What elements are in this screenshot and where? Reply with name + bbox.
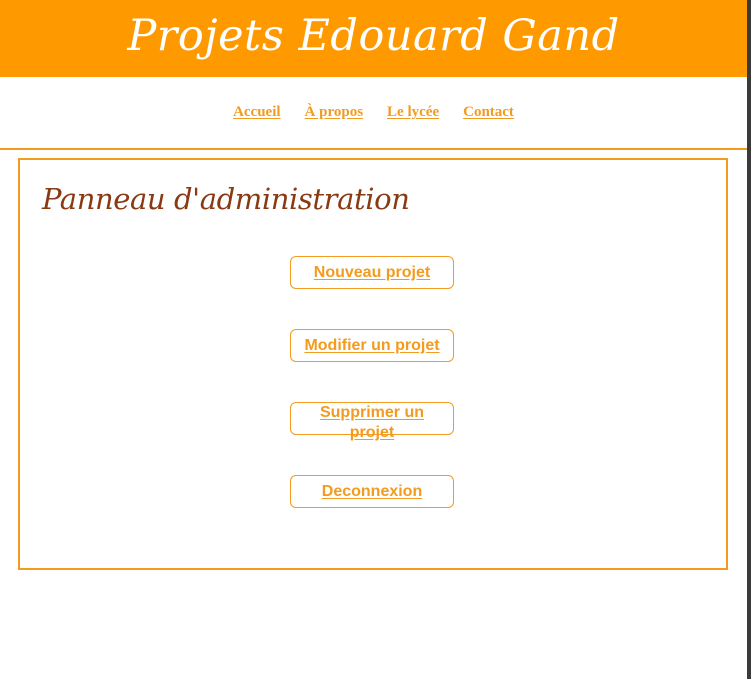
nav-link-a-propos[interactable]: À propos <box>305 104 364 121</box>
edit-project-button[interactable]: Modifier un projet <box>290 329 454 362</box>
edit-project-label: Modifier un projet <box>304 336 440 354</box>
admin-panel-title: Panneau d'administration <box>42 182 410 216</box>
nav-link-contact[interactable]: Contact <box>463 104 514 121</box>
main-nav: Accueil À propos Le lycée Contact <box>0 77 747 150</box>
site-header: Projets Edouard Gand <box>0 0 747 77</box>
nav-link-le-lycee[interactable]: Le lycée <box>387 104 439 121</box>
window-scroll-edge <box>747 0 751 679</box>
logout-button[interactable]: Deconnexion <box>290 475 454 508</box>
admin-panel: Panneau d'administration Nouveau projet … <box>18 158 728 570</box>
new-project-label: Nouveau projet <box>313 263 431 281</box>
delete-project-button[interactable]: Supprimer un projet <box>290 402 454 441</box>
page: Projets Edouard Gand Accueil À propos Le… <box>0 0 747 679</box>
nav-link-accueil[interactable]: Accueil <box>233 104 280 121</box>
logout-label: Deconnexion <box>321 482 423 500</box>
new-project-button[interactable]: Nouveau projet <box>290 256 454 289</box>
site-title: Projets Edouard Gand <box>127 11 620 61</box>
delete-project-label: Supprimer un projet <box>319 404 424 441</box>
